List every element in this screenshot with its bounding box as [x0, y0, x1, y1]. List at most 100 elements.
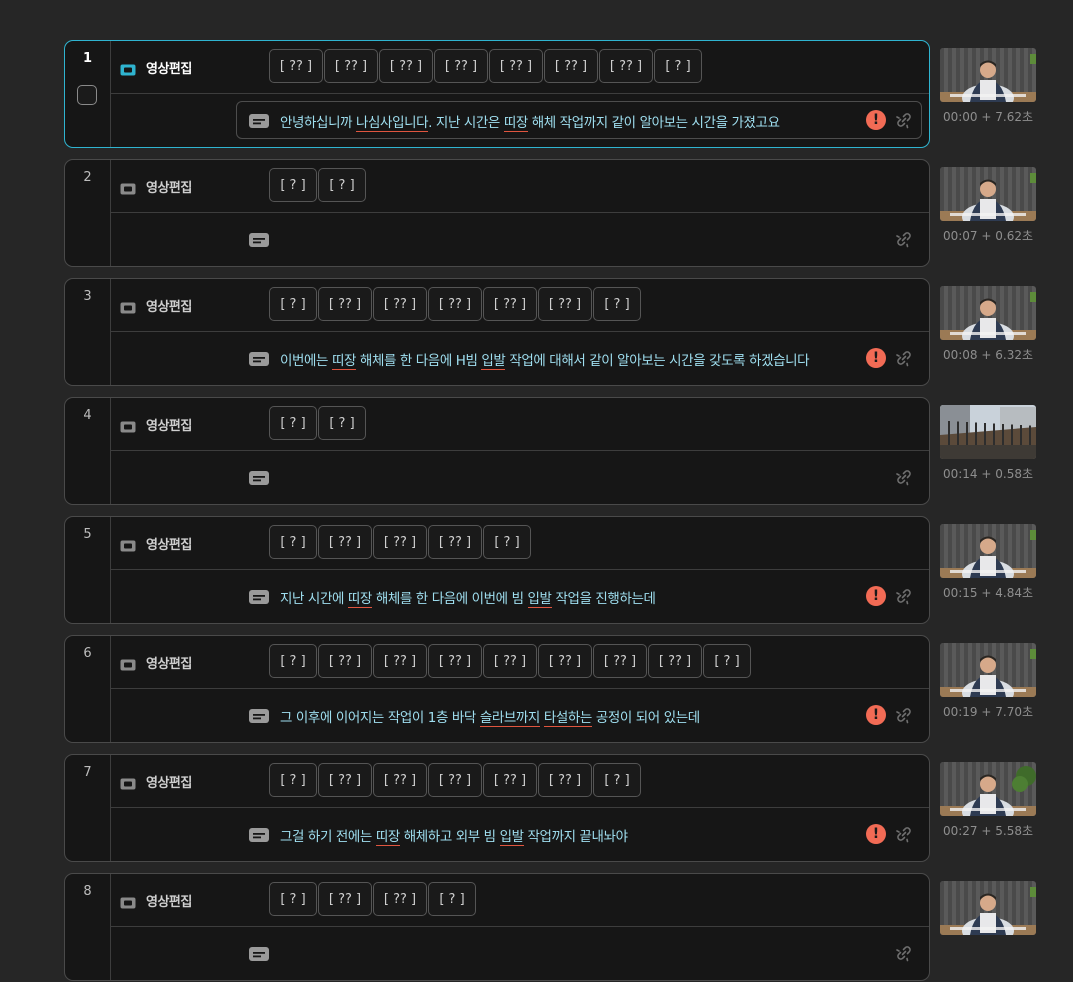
- word-token[interactable]: [ ?? ]: [318, 287, 372, 321]
- word-token[interactable]: [ ? ]: [318, 406, 366, 440]
- word-token[interactable]: [ ? ]: [593, 763, 641, 797]
- word-token[interactable]: [ ?? ]: [483, 763, 537, 797]
- word-token[interactable]: [ ?? ]: [538, 763, 592, 797]
- clip-thumbnail[interactable]: [940, 286, 1036, 340]
- warning-icon[interactable]: !: [866, 824, 886, 844]
- subtitle-text[interactable]: 그 이후에 이어지는 작업이 1층 바닥 슬라브까지 타설하는 공정이 되어 있…: [280, 706, 700, 727]
- word-token[interactable]: [ ?? ]: [379, 49, 433, 83]
- subtitle-text[interactable]: 그걸 하기 전에는 띠장 해체하고 외부 빔 입발 작업까지 끝내놔야: [280, 825, 628, 846]
- unlink-icon[interactable]: [895, 468, 913, 486]
- word-token[interactable]: [ ?? ]: [318, 882, 372, 916]
- clip-row[interactable]: 8 영상편집 [ ? ][ ?? ][ ?? ][ ? ]: [64, 873, 1073, 982]
- word-token[interactable]: [ ? ]: [593, 287, 641, 321]
- unlink-icon[interactable]: [895, 230, 913, 248]
- warning-icon[interactable]: !: [866, 110, 886, 130]
- clip-row[interactable]: 4 영상편집 [ ? ][ ? ] 00:14 + 0.58초: [64, 397, 1073, 506]
- word-token[interactable]: [ ?? ]: [544, 49, 598, 83]
- flagged-word[interactable]: 나심사입니다: [356, 115, 429, 132]
- word-token[interactable]: [ ?? ]: [428, 525, 482, 559]
- clip-card[interactable]: 6 영상편집 [ ? ][ ?? ][ ?? ][ ?? ][ ?? ][ ??…: [64, 635, 930, 743]
- word-token[interactable]: [ ?? ]: [599, 49, 653, 83]
- unlink-icon[interactable]: [895, 944, 913, 962]
- flagged-word[interactable]: 타설하는: [543, 710, 592, 727]
- clip-card[interactable]: 7 영상편집 [ ? ][ ?? ][ ?? ][ ?? ][ ?? ][ ??…: [64, 754, 930, 862]
- clip-thumbnail[interactable]: [940, 524, 1036, 578]
- clip-thumbnail[interactable]: [940, 48, 1036, 102]
- clip-card[interactable]: 2 영상편집 [ ? ][ ? ]: [64, 159, 930, 267]
- word-token[interactable]: [ ? ]: [654, 49, 702, 83]
- clip-thumbnail[interactable]: [940, 167, 1036, 221]
- word-token[interactable]: [ ?? ]: [373, 644, 427, 678]
- clip-card[interactable]: 4 영상편집 [ ? ][ ? ]: [64, 397, 930, 505]
- flagged-word[interactable]: 입발: [499, 829, 524, 846]
- word-token[interactable]: [ ?? ]: [269, 49, 323, 83]
- flagged-word[interactable]: 띠장: [331, 353, 356, 370]
- unlink-icon[interactable]: [895, 349, 913, 367]
- word-token[interactable]: [ ?? ]: [373, 287, 427, 321]
- word-token[interactable]: [ ?? ]: [434, 49, 488, 83]
- subtitle-text[interactable]: 지난 시간에 띠장 해체를 한 다음에 이번에 빔 입발 작업을 진행하는데: [280, 587, 656, 608]
- word-token[interactable]: [ ?? ]: [428, 644, 482, 678]
- clip-thumbnail[interactable]: [940, 405, 1036, 459]
- unlink-icon[interactable]: [895, 825, 913, 843]
- word-tokens: [ ? ][ ?? ][ ?? ][ ?? ][ ?? ][ ?? ][ ? ]: [269, 763, 642, 797]
- clip-row[interactable]: 2 영상편집 [ ? ][ ? ] 00:07 + 0.62초: [64, 159, 1073, 268]
- flagged-word[interactable]: 슬라브까지: [479, 710, 540, 727]
- word-token[interactable]: [ ? ]: [269, 168, 317, 202]
- word-token[interactable]: [ ? ]: [428, 882, 476, 916]
- word-token[interactable]: [ ? ]: [269, 406, 317, 440]
- word-token[interactable]: [ ?? ]: [483, 644, 537, 678]
- clip-row[interactable]: 1 영상편집 [ ?? ][ ?? ][ ?? ][ ?? ][ ?? ][ ?…: [64, 40, 1073, 149]
- clip-row[interactable]: 6 영상편집 [ ? ][ ?? ][ ?? ][ ?? ][ ?? ][ ??…: [64, 635, 1073, 744]
- word-token[interactable]: [ ? ]: [269, 525, 317, 559]
- word-token[interactable]: [ ?? ]: [373, 882, 427, 916]
- subtitle-segment: 지난 시간에: [280, 591, 348, 607]
- clip-checkbox[interactable]: [77, 85, 97, 105]
- clip-row[interactable]: 7 영상편집 [ ? ][ ?? ][ ?? ][ ?? ][ ?? ][ ??…: [64, 754, 1073, 863]
- warning-icon[interactable]: !: [866, 586, 886, 606]
- word-token[interactable]: [ ?? ]: [483, 287, 537, 321]
- word-token[interactable]: [ ?? ]: [373, 763, 427, 797]
- word-token[interactable]: [ ?? ]: [318, 644, 372, 678]
- clip-card[interactable]: 8 영상편집 [ ? ][ ?? ][ ?? ][ ? ]: [64, 873, 930, 981]
- word-token[interactable]: [ ?? ]: [324, 49, 378, 83]
- flagged-word[interactable]: 입발: [481, 353, 506, 370]
- word-token[interactable]: [ ? ]: [269, 287, 317, 321]
- word-token[interactable]: [ ?? ]: [428, 763, 482, 797]
- word-token[interactable]: [ ? ]: [269, 644, 317, 678]
- word-token[interactable]: [ ?? ]: [489, 49, 543, 83]
- word-token[interactable]: [ ?? ]: [318, 763, 372, 797]
- clip-thumbnail[interactable]: [940, 881, 1036, 935]
- word-token[interactable]: [ ?? ]: [538, 644, 592, 678]
- clip-row[interactable]: 3 영상편집 [ ? ][ ?? ][ ?? ][ ?? ][ ?? ][ ??…: [64, 278, 1073, 387]
- flagged-word[interactable]: 입발: [527, 591, 552, 608]
- word-token[interactable]: [ ?? ]: [318, 525, 372, 559]
- flagged-word[interactable]: 띠장: [375, 829, 400, 846]
- track-label: 영상편집: [146, 657, 192, 672]
- word-token[interactable]: [ ?? ]: [538, 287, 592, 321]
- clip-thumbnail[interactable]: [940, 643, 1036, 697]
- word-token[interactable]: [ ? ]: [483, 525, 531, 559]
- unlink-icon[interactable]: [895, 706, 913, 724]
- clip-card[interactable]: 1 영상편집 [ ?? ][ ?? ][ ?? ][ ?? ][ ?? ][ ?…: [64, 40, 930, 148]
- subtitle-text[interactable]: 이번에는 띠장 해체를 한 다음에 H빔 입발 작업에 대해서 같이 알아보는 …: [280, 349, 810, 370]
- word-token[interactable]: [ ?? ]: [373, 525, 427, 559]
- unlink-icon[interactable]: [895, 111, 913, 129]
- flagged-word[interactable]: 띠장: [347, 591, 372, 608]
- word-token[interactable]: [ ?? ]: [428, 287, 482, 321]
- unlink-icon[interactable]: [895, 587, 913, 605]
- word-token[interactable]: [ ? ]: [703, 644, 751, 678]
- clip-card[interactable]: 3 영상편집 [ ? ][ ?? ][ ?? ][ ?? ][ ?? ][ ??…: [64, 278, 930, 386]
- flagged-word[interactable]: 띠장: [503, 115, 528, 132]
- word-token[interactable]: [ ? ]: [318, 168, 366, 202]
- word-token[interactable]: [ ? ]: [269, 882, 317, 916]
- warning-icon[interactable]: !: [866, 348, 886, 368]
- warning-icon[interactable]: !: [866, 705, 886, 725]
- word-token[interactable]: [ ?? ]: [593, 644, 647, 678]
- clip-row[interactable]: 5 영상편집 [ ? ][ ?? ][ ?? ][ ?? ][ ? ] 지난 시…: [64, 516, 1073, 625]
- word-token[interactable]: [ ? ]: [269, 763, 317, 797]
- clip-thumbnail[interactable]: [940, 762, 1036, 816]
- word-token[interactable]: [ ?? ]: [648, 644, 702, 678]
- clip-card[interactable]: 5 영상편집 [ ? ][ ?? ][ ?? ][ ?? ][ ? ] 지난 시…: [64, 516, 930, 624]
- subtitle-text[interactable]: 안녕하십니까 나심사입니다. 지난 시간은 띠장 해체 작업까지 같이 알아보는…: [280, 111, 780, 132]
